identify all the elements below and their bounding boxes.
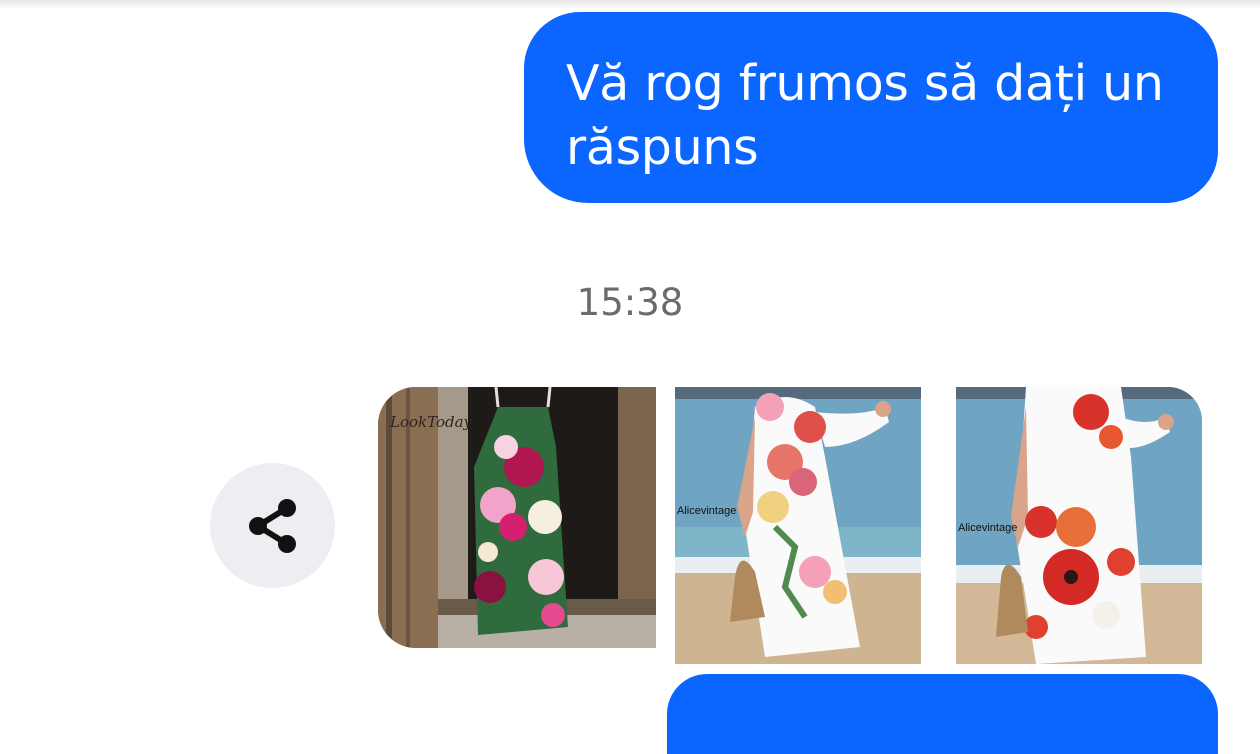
share-icon xyxy=(248,498,296,553)
outgoing-message-text: Vă rog frumos să dați un răspuns xyxy=(566,55,1164,176)
share-button[interactable] xyxy=(210,463,335,588)
photo-3-watermark: Alicevintage xyxy=(958,522,1017,534)
shared-photo-3[interactable]: Alicevintage xyxy=(956,387,1202,664)
message-timestamp: 15:38 xyxy=(576,281,684,324)
top-divider xyxy=(0,0,1260,9)
next-outgoing-message-bubble[interactable] xyxy=(667,674,1218,754)
shared-photo-1[interactable]: LookToday xyxy=(378,387,656,648)
photo-1-watermark: LookToday xyxy=(389,413,473,431)
outgoing-message-bubble[interactable]: Vă rog frumos să dați un răspuns xyxy=(524,12,1218,203)
shared-photo-2[interactable]: Alicevintage xyxy=(675,387,921,664)
photo-2-watermark: Alicevintage xyxy=(677,505,736,517)
